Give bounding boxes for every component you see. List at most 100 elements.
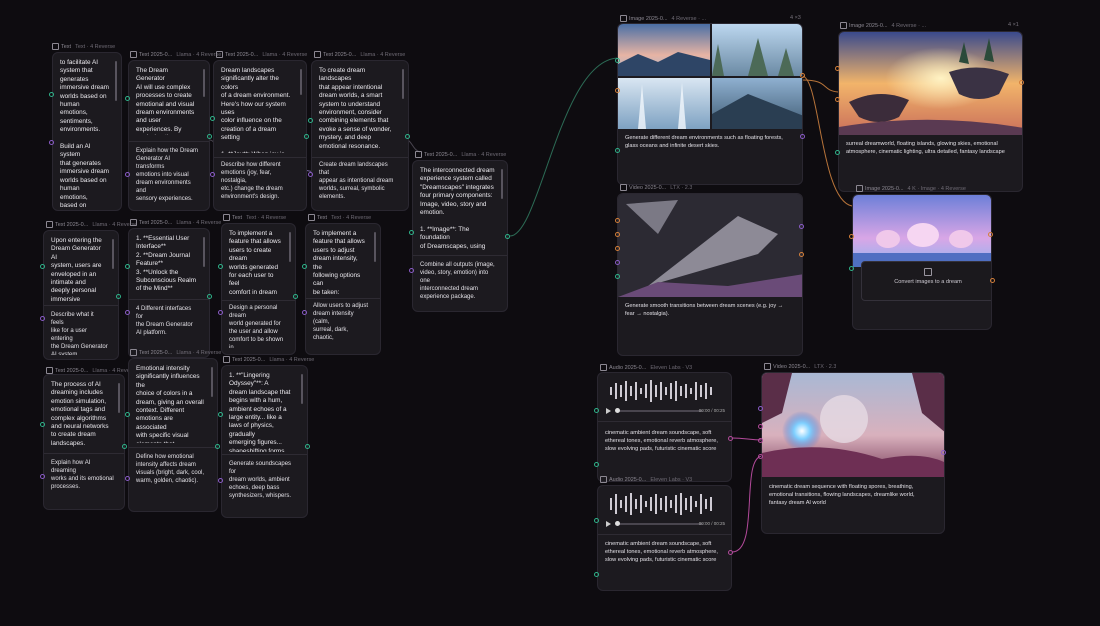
video-node[interactable]: Generate smooth transitions between drea… [617,193,803,356]
input-port[interactable] [40,264,45,269]
input-port[interactable] [49,140,54,145]
node-prompt-text[interactable]: 4 Different interfaces for the Dream Gen… [136,305,199,345]
scrollbar[interactable] [112,239,114,269]
image-node[interactable]: Convert images to a dream [852,194,992,330]
output-port[interactable] [1019,80,1024,85]
scrollbar[interactable] [374,232,376,262]
input-port[interactable] [40,422,45,427]
audio-progress[interactable] [616,523,703,525]
text-node[interactable]: The process of AI dreaming includes emot… [43,374,125,510]
input-port[interactable] [758,438,763,443]
node-prompt-text[interactable]: Allow users to adjust dream intensity (c… [313,302,370,342]
input-port[interactable] [308,172,313,177]
input-port[interactable] [615,274,620,279]
scrollbar[interactable] [118,383,120,413]
text-node[interactable]: to facilitate AI system that generates i… [52,52,122,211]
scrollbar[interactable] [289,232,291,262]
output-port[interactable] [122,444,127,449]
node-prompt-text[interactable]: surreal dreamworld, floating islands, gl… [846,140,1012,170]
input-port[interactable] [758,454,763,459]
input-port[interactable] [594,572,599,577]
output-port[interactable] [728,436,733,441]
image-node[interactable]: surreal dreamworld, floating islands, gl… [838,31,1023,192]
image-preview[interactable] [853,195,991,267]
input-port[interactable] [125,172,130,177]
input-port[interactable] [594,408,599,413]
node-prompt-text[interactable]: Generate soundscapes for dream worlds, a… [229,460,297,500]
output-port[interactable] [799,224,804,229]
output-port[interactable] [728,550,733,555]
input-port[interactable] [308,118,313,123]
play-button[interactable] [606,408,611,414]
input-port[interactable] [758,424,763,429]
audio-scrubber[interactable] [615,408,620,413]
input-port[interactable] [125,310,130,315]
scrollbar[interactable] [211,367,213,397]
scrollbar[interactable] [402,69,404,99]
node-prompt-text[interactable]: Create dream landscapes that appear as i… [319,161,398,201]
node-prompt-text[interactable]: Define how emotional intensity affects d… [136,453,207,493]
node-prompt-text[interactable]: Describe what it feels like for a user e… [51,311,108,355]
text-node[interactable]: 1. **"Lingering Odyssey"**: A dream land… [221,365,308,518]
output-port[interactable] [116,294,121,299]
audio-scrubber[interactable] [615,521,620,526]
node-prompt-text[interactable]: Explain how the Dream Generator AI trans… [136,147,199,207]
text-node[interactable]: Upon entering the Dream Generator AI sys… [43,230,119,360]
node-prompt-text[interactable]: cinematic dream sequence with floating s… [769,483,934,513]
text-node[interactable]: 1. **Essential User Interface** 2. **Dre… [128,228,210,358]
video-node[interactable]: cinematic dream sequence with floating s… [761,372,945,534]
input-port[interactable] [218,264,223,269]
input-port[interactable] [849,234,854,239]
input-port[interactable] [125,264,130,269]
text-node[interactable]: To create dream landscapes that appear i… [311,60,409,211]
output-port[interactable] [293,294,298,299]
audio-node[interactable]: 00:00 / 00:25 cinematic ambient dream so… [597,485,732,591]
input-port[interactable] [218,478,223,483]
input-port[interactable] [615,246,620,251]
scrollbar[interactable] [203,237,205,267]
input-port[interactable] [758,406,763,411]
play-button[interactable] [606,521,611,527]
input-port[interactable] [615,148,620,153]
image-node[interactable]: Generate different dream environments su… [617,23,803,185]
video-preview[interactable] [618,194,802,297]
input-port[interactable] [615,58,620,63]
input-port[interactable] [849,266,854,271]
node-prompt-text[interactable]: Generate different dream environments su… [625,134,792,164]
text-node[interactable]: The interconnected dream experience syst… [412,160,508,312]
input-port[interactable] [615,232,620,237]
output-port[interactable] [990,278,995,283]
input-port[interactable] [218,310,223,315]
input-port[interactable] [49,92,54,97]
scrollbar[interactable] [301,374,303,404]
input-port[interactable] [302,310,307,315]
input-port[interactable] [210,116,215,121]
input-port[interactable] [409,230,414,235]
node-prompt-text[interactable]: cinematic ambient dream soundscape, soft… [605,540,721,570]
text-node[interactable]: To implement a feature that allows users… [221,223,296,355]
input-port[interactable] [125,476,130,481]
output-port[interactable] [215,444,220,449]
input-port[interactable] [302,264,307,269]
output-port[interactable] [207,294,212,299]
output-port[interactable] [941,450,946,455]
input-port[interactable] [218,412,223,417]
output-port[interactable] [800,134,805,139]
text-node[interactable]: Dream landscapes significantly alter the… [213,60,307,211]
output-port[interactable] [505,234,510,239]
node-prompt-text[interactable]: Describe how different emotions (joy, fe… [221,161,296,209]
scrollbar[interactable] [300,69,302,95]
scrollbar[interactable] [203,69,205,97]
node-prompt-text[interactable]: cinematic ambient dream soundscape, soft… [605,429,721,459]
video-preview[interactable] [762,373,944,477]
text-node[interactable]: To implement a feature that allows users… [305,223,381,355]
node-prompt-text[interactable]: Combine all outputs (image, video, story… [420,261,497,309]
input-port[interactable] [40,474,45,479]
input-port[interactable] [615,88,620,93]
scrollbar[interactable] [501,169,503,199]
input-port[interactable] [615,260,620,265]
node-prompt-text[interactable]: Generate smooth transitions between drea… [625,302,792,332]
workflow-canvas[interactable]: Text Text · 4 Reverse to facilitate AI sy… [0,0,1100,626]
input-port[interactable] [615,218,620,223]
input-port[interactable] [594,462,599,467]
